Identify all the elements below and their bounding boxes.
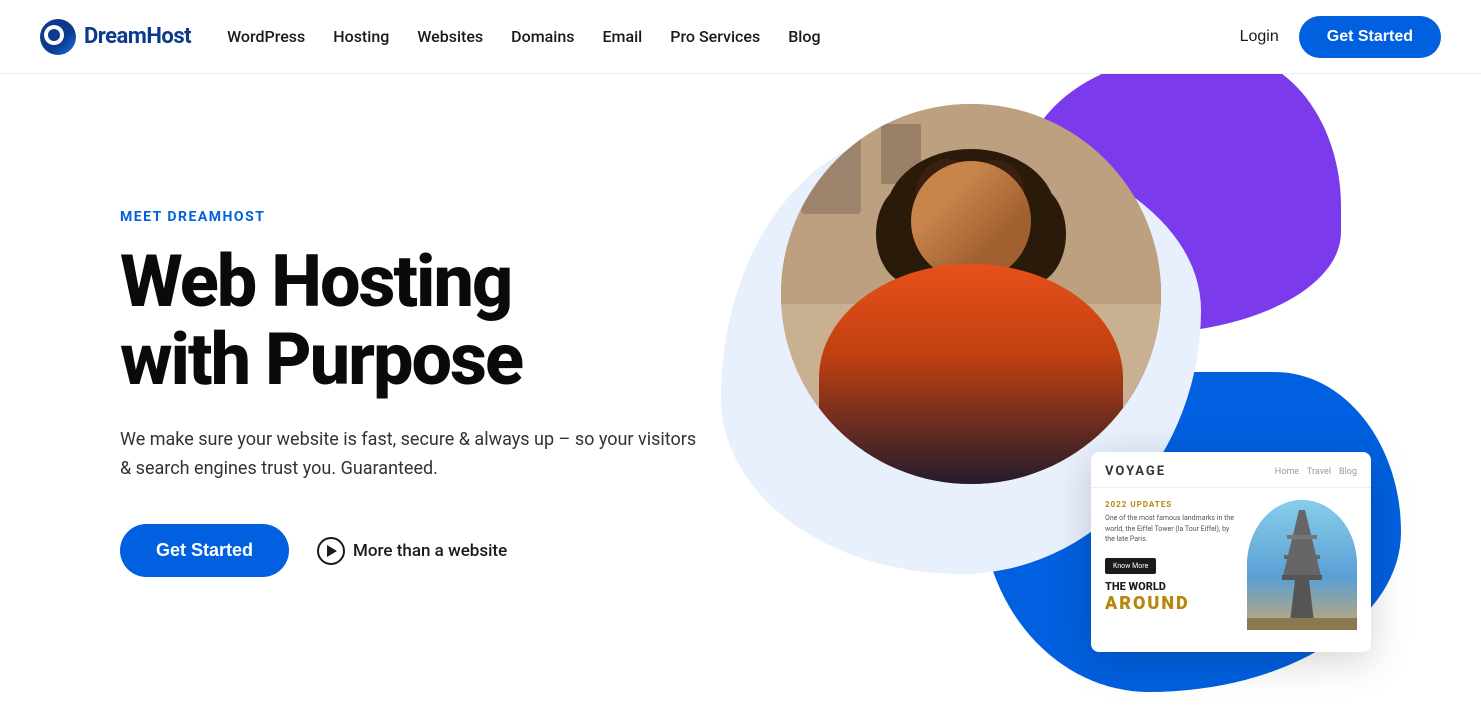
play-triangle xyxy=(327,545,337,557)
navbar-left: DreamHost WordPress Hosting Websites Dom… xyxy=(40,15,821,59)
card-nav: Home Travel Blog xyxy=(1275,467,1357,477)
hero-get-started-button[interactable]: Get Started xyxy=(120,524,289,577)
nav-blog[interactable]: Blog xyxy=(788,23,820,50)
card-big-text: THE WORLD AROUND xyxy=(1105,580,1237,615)
main-nav: WordPress Hosting Websites Domains Email… xyxy=(227,23,820,50)
hero-title-line1: Web Hosting xyxy=(120,239,511,324)
nav-pro-services[interactable]: Pro Services xyxy=(670,23,760,50)
hero-title: Web Hosting with Purpose xyxy=(120,243,740,399)
card-body: 2022 UPDATES One of the most famous land… xyxy=(1091,488,1371,642)
card-text-column: 2022 UPDATES One of the most famous land… xyxy=(1105,500,1237,630)
card-nav-travel: Travel xyxy=(1307,467,1331,477)
card-header: VOYAGE Home Travel Blog xyxy=(1091,452,1371,488)
nav-domains[interactable]: Domains xyxy=(511,23,574,50)
logo[interactable]: DreamHost xyxy=(40,15,191,59)
nav-email[interactable]: Email xyxy=(602,23,642,50)
card-big-text-line2: AROUND xyxy=(1105,593,1190,614)
dreamhost-logo-icon xyxy=(40,19,76,55)
card-voyage-title: VOYAGE xyxy=(1105,464,1166,479)
hero-title-line2: with Purpose xyxy=(120,317,522,402)
card-eiffel-image xyxy=(1247,500,1357,630)
card-nav-home: Home xyxy=(1275,467,1299,477)
nav-hosting[interactable]: Hosting xyxy=(333,23,389,50)
hero-photo-circle xyxy=(781,104,1161,484)
person-image xyxy=(781,104,1161,484)
website-card-mockup: VOYAGE Home Travel Blog 2022 UPDATES One… xyxy=(1091,452,1371,652)
hero-section: MEET DREAMHOST Web Hosting with Purpose … xyxy=(0,74,1481,712)
navbar-right: Login Get Started xyxy=(1240,16,1441,58)
eiffel-svg xyxy=(1247,500,1357,630)
hero-content: MEET DREAMHOST Web Hosting with Purpose … xyxy=(120,209,740,577)
nav-wordpress[interactable]: WordPress xyxy=(227,23,305,50)
navbar: DreamHost WordPress Hosting Websites Dom… xyxy=(0,0,1481,74)
card-update-label: 2022 UPDATES xyxy=(1105,500,1237,509)
logo-text: DreamHost xyxy=(84,24,191,49)
person-svg xyxy=(781,104,1161,484)
card-nav-blog: Blog xyxy=(1339,467,1357,477)
login-button[interactable]: Login xyxy=(1240,28,1279,46)
hero-description: We make sure your website is fast, secur… xyxy=(120,426,700,484)
navbar-get-started-button[interactable]: Get Started xyxy=(1299,16,1441,58)
more-link-label: More than a website xyxy=(353,541,507,561)
nav-websites[interactable]: Websites xyxy=(417,23,483,50)
more-than-website-link[interactable]: More than a website xyxy=(317,537,507,565)
card-big-text-line1: THE WORLD xyxy=(1105,580,1166,593)
hero-visual: VOYAGE Home Travel Blog 2022 UPDATES One… xyxy=(740,74,1401,712)
meet-label: MEET DREAMHOST xyxy=(120,209,740,225)
card-cta-button[interactable]: Know More xyxy=(1105,558,1156,574)
play-icon xyxy=(317,537,345,565)
logo-full-text: DreamHost xyxy=(84,24,191,49)
card-update-text: One of the most famous landmarks in the … xyxy=(1105,513,1237,545)
hero-actions: Get Started More than a website xyxy=(120,524,740,577)
